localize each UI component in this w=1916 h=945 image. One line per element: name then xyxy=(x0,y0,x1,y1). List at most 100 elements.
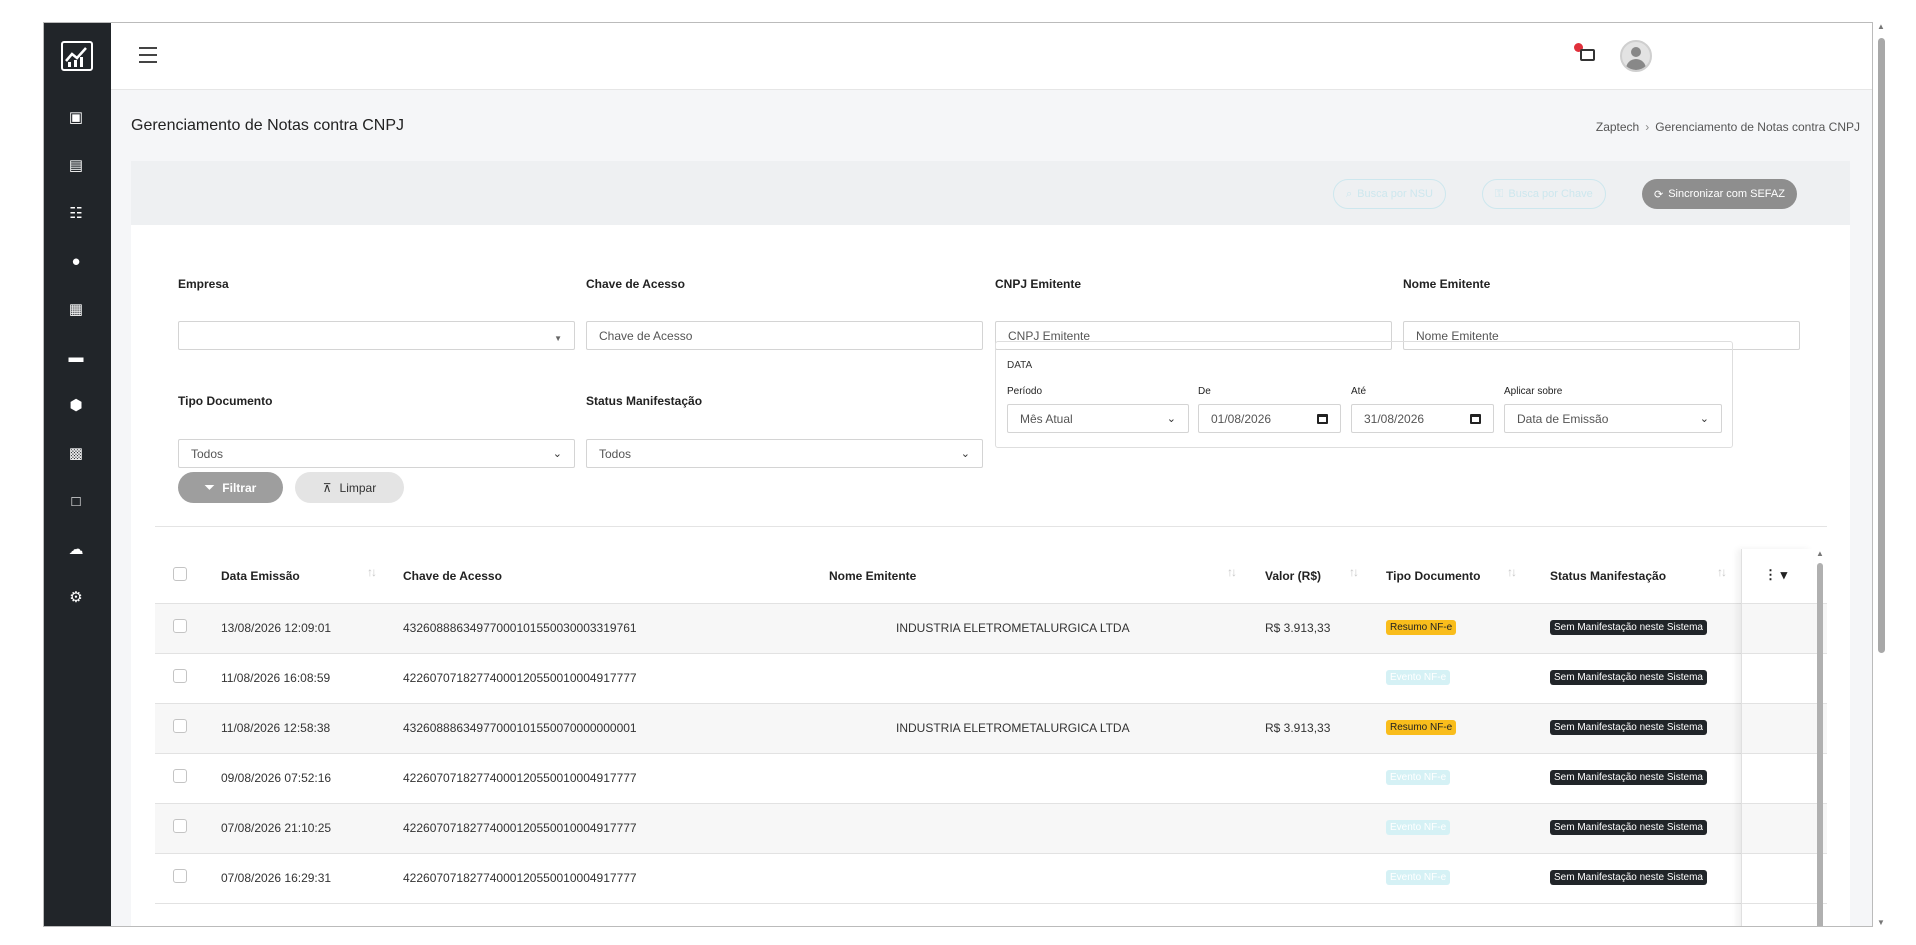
table-row[interactable]: 11/08/2026 12:58:38 432608886349770001015… xyxy=(155,704,1827,754)
row-checkbox[interactable] xyxy=(173,619,187,633)
col-nome-emitente[interactable]: Nome Emitente xyxy=(829,569,916,583)
col-tipo-documento[interactable]: Tipo Documento xyxy=(1386,569,1480,583)
tipo-label: Tipo Documento xyxy=(178,394,273,408)
cell-data-emissao: 13/08/2026 12:09:01 xyxy=(221,621,332,635)
chave-input[interactable]: Chave de Acesso xyxy=(586,321,983,350)
col-data-emissao[interactable]: Data Emissão xyxy=(221,569,300,583)
de-label: De xyxy=(1198,386,1211,397)
empresa-select[interactable]: ▼ xyxy=(178,321,575,350)
menu-toggle-icon[interactable] xyxy=(139,47,157,63)
calendar-icon[interactable] xyxy=(1470,413,1481,424)
scroll-up-icon[interactable]: ▲ xyxy=(1877,22,1885,31)
status-badge: Sem Manifestação neste Sistema xyxy=(1550,770,1707,785)
cell-chave-acesso: 42260707182774000120550010004917777 xyxy=(403,821,637,835)
cnpj-label: CNPJ Emitente xyxy=(995,277,1082,291)
search-icon: ⌕ xyxy=(1346,187,1353,200)
filter-button[interactable]: ⏷ Filtrar xyxy=(178,472,283,503)
sort-icon[interactable]: ↑↓ xyxy=(1717,565,1727,579)
de-date-input[interactable]: 01/08/2026 xyxy=(1198,404,1341,433)
cell-chave-acesso: 43260888634977000101550070000000001 xyxy=(403,721,637,735)
doc-type-badge: Evento NF-e xyxy=(1386,870,1451,885)
table-header: Data Emissão ↑↓ Chave de Acesso Nome Emi… xyxy=(155,549,1827,604)
cell-chave-acesso: 42260707182774000120550010004917777 xyxy=(403,771,637,785)
doc-type-badge: Evento NF-e xyxy=(1386,820,1451,835)
sort-icon[interactable]: ↑↓ xyxy=(1507,565,1517,579)
breadcrumb-home[interactable]: Zaptech xyxy=(1596,120,1639,134)
cell-data-emissao: 07/08/2026 21:10:25 xyxy=(221,821,332,835)
ticket-icon[interactable]: ▩ xyxy=(66,443,86,463)
scroll-up-icon[interactable]: ▲ xyxy=(1816,549,1824,558)
row-checkbox[interactable] xyxy=(173,769,187,783)
column-options-icon[interactable]: ⋮ ▾ xyxy=(1764,567,1787,583)
card-header: ⌕ Busca por NSU ⚿ Busca por Chave ⟳ Sinc… xyxy=(131,161,1850,225)
cell-chave-acesso: 43260888634977000101550030003319761 xyxy=(403,621,637,635)
date-group-title: DATA xyxy=(1007,360,1033,371)
table-row[interactable]: 09/08/2026 07:52:16 422607071827740001205… xyxy=(155,754,1827,804)
status-select[interactable]: Todos ⌄ xyxy=(586,439,983,468)
empresa-label: Empresa xyxy=(178,277,229,291)
nome-label: Nome Emitente xyxy=(1403,277,1491,291)
cell-data-emissao: 07/08/2026 16:29:31 xyxy=(221,871,332,885)
select-all-checkbox[interactable] xyxy=(173,567,187,581)
sort-icon[interactable]: ↑↓ xyxy=(1349,565,1359,579)
tipo-select[interactable]: Todos ⌄ xyxy=(178,439,575,468)
ate-date-input[interactable]: 31/08/2026 xyxy=(1351,404,1494,433)
gear-icon[interactable]: ⚙ xyxy=(66,587,86,607)
col-status-manifestacao[interactable]: Status Manifestação xyxy=(1550,569,1666,583)
cell-data-emissao: 11/08/2026 16:08:59 xyxy=(221,671,331,685)
chevron-down-icon: ⌄ xyxy=(960,448,970,460)
chevron-down-icon: ⌄ xyxy=(552,448,562,460)
periodo-select[interactable]: Mês Atual ⌄ xyxy=(1007,404,1189,433)
row-checkbox[interactable] xyxy=(173,869,187,883)
date-filter-group: DATA Período Mês Atual ⌄ De 01/08/2026 A… xyxy=(995,341,1733,448)
cell-chave-acesso: 42260707182774000120550010004917777 xyxy=(403,871,637,885)
scroll-thumb[interactable] xyxy=(1878,38,1885,653)
clear-button[interactable]: ⊼ Limpar xyxy=(295,472,404,503)
document-icon[interactable]: ▦ xyxy=(66,299,86,319)
status-badge: Sem Manifestação neste Sistema xyxy=(1550,620,1707,635)
table-row[interactable]: 07/08/2026 21:10:25 422607071827740001205… xyxy=(155,804,1827,854)
notes-card: ⌕ Busca por NSU ⚿ Busca por Chave ⟳ Sinc… xyxy=(131,161,1850,926)
doc-type-badge: Evento NF-e xyxy=(1386,670,1451,685)
notification-icon[interactable] xyxy=(1574,43,1596,65)
chevron-down-icon: ⌄ xyxy=(1166,413,1176,425)
status-badge: Sem Manifestação neste Sistema xyxy=(1550,820,1707,835)
doc-type-badge: Resumo NF-e xyxy=(1386,620,1457,635)
sort-icon[interactable]: ↑↓ xyxy=(367,565,377,579)
col-valor[interactable]: Valor (R$) xyxy=(1265,569,1321,583)
cell-nome-emitente: INDUSTRIA ELETROMETALURGICA LTDA xyxy=(896,621,1130,635)
sort-icon[interactable]: ↑↓ xyxy=(1227,565,1237,579)
card-icon[interactable]: ▤ xyxy=(66,155,86,175)
book-icon[interactable]: □ xyxy=(66,491,86,511)
key-icon: ⚿ xyxy=(1495,187,1504,200)
scroll-thumb[interactable] xyxy=(1817,563,1823,926)
table-row[interactable]: 13/08/2026 12:09:01 432608886349770001015… xyxy=(155,604,1827,654)
caret-down-icon: ▼ xyxy=(554,334,562,343)
breadcrumb-current: Gerenciamento de Notas contra CNPJ xyxy=(1655,120,1860,134)
chave-label: Chave de Acesso xyxy=(586,277,685,291)
table-row[interactable]: 07/08/2026 16:29:31 422607071827740001205… xyxy=(155,854,1827,904)
sync-sefaz-button[interactable]: ⟳ Sincronizar com SEFAZ xyxy=(1642,179,1797,209)
row-checkbox[interactable] xyxy=(173,719,187,733)
search-key-button[interactable]: ⚿ Busca por Chave xyxy=(1482,179,1606,209)
status-badge: Sem Manifestação neste Sistema xyxy=(1550,670,1707,685)
table-scrollbar[interactable]: ▲ xyxy=(1815,549,1825,926)
coin-icon[interactable]: ● xyxy=(66,251,86,271)
cart-icon[interactable]: ☷ xyxy=(66,203,86,223)
calendar-icon[interactable] xyxy=(1317,413,1328,424)
page-scrollbar[interactable]: ▲ ▼ xyxy=(1875,22,1887,927)
search-nsu-button[interactable]: ⌕ Busca por NSU xyxy=(1333,179,1446,209)
table-row[interactable]: 11/08/2026 16:08:59 422607071827740001205… xyxy=(155,654,1827,704)
cloud-icon[interactable]: ☁ xyxy=(66,539,86,559)
app-logo[interactable] xyxy=(61,41,93,71)
folder-icon[interactable]: ▬ xyxy=(66,347,86,367)
row-checkbox[interactable] xyxy=(173,669,187,683)
cell-data-emissao: 11/08/2026 12:58:38 xyxy=(221,721,331,735)
col-chave-acesso[interactable]: Chave de Acesso xyxy=(403,569,502,583)
row-checkbox[interactable] xyxy=(173,819,187,833)
user-avatar[interactable] xyxy=(1620,40,1652,72)
aplicar-select[interactable]: Data de Emissão ⌄ xyxy=(1504,404,1722,433)
scroll-down-icon[interactable]: ▼ xyxy=(1877,918,1885,927)
inbox-icon[interactable]: ▣ xyxy=(66,107,86,127)
box-icon[interactable]: ⬢ xyxy=(66,395,86,415)
